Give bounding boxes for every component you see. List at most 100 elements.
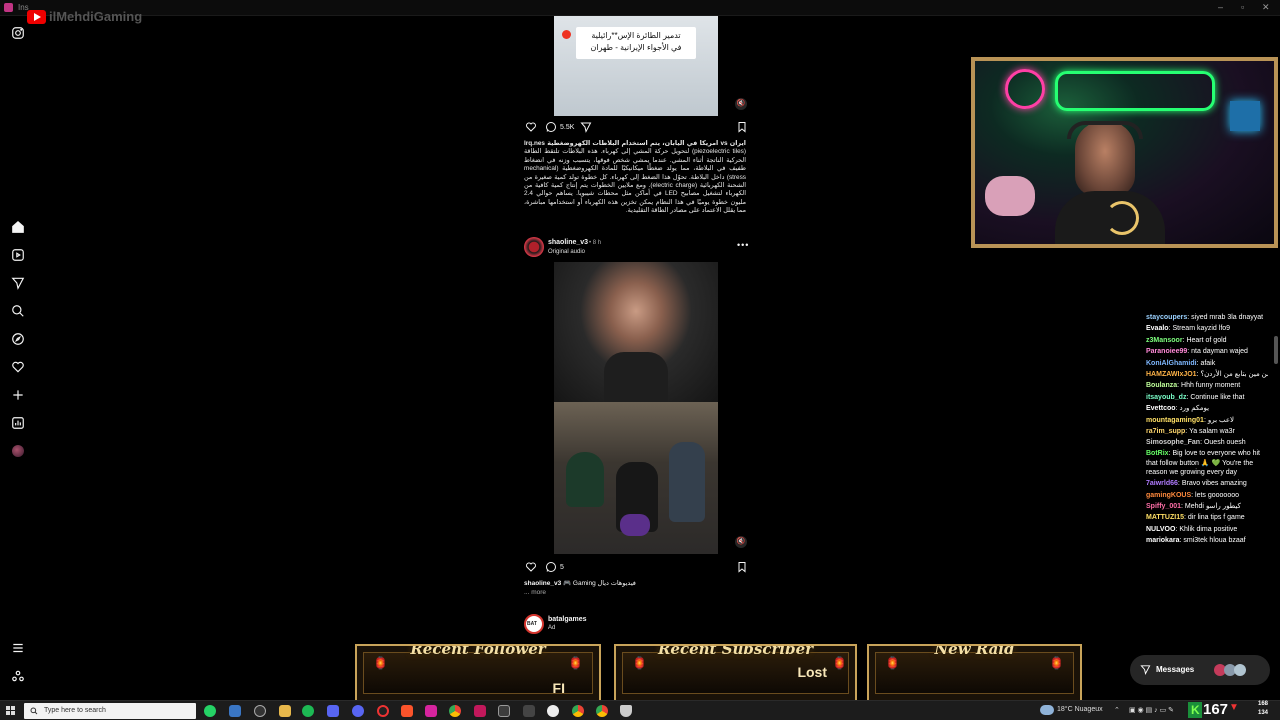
- browser-tab-icon[interactable]: [4, 3, 13, 12]
- system-tray-icons[interactable]: ▣ ◉ ▤ ♪ ▭ ✎: [1129, 706, 1174, 714]
- instagram-icon[interactable]: [9, 24, 27, 42]
- chrome-icon[interactable]: [572, 705, 584, 717]
- search-icon[interactable]: [9, 302, 27, 320]
- chat-username[interactable]: BotRix: [1146, 450, 1169, 457]
- share-icon[interactable]: [580, 121, 592, 133]
- save-icon[interactable]: [736, 561, 748, 573]
- post2-username[interactable]: shaoline_v3: [548, 239, 588, 246]
- post1-actions: 5.5K: [520, 119, 753, 135]
- explore-icon[interactable]: [9, 330, 27, 348]
- file-explorer-icon[interactable]: [279, 705, 291, 717]
- like-icon[interactable]: [525, 121, 537, 133]
- comment-icon[interactable]: [545, 121, 557, 133]
- chat-username[interactable]: mariokara: [1146, 537, 1179, 544]
- spotify-icon[interactable]: [302, 705, 314, 717]
- reels-icon[interactable]: [9, 246, 27, 264]
- chat-message: staycoupers: siyed mrab 3la dnayyat: [1146, 312, 1268, 323]
- search-icon: [30, 707, 38, 715]
- post3-username[interactable]: batalgames: [548, 616, 587, 623]
- chat-username[interactable]: Simosophe_Fan: [1146, 439, 1200, 446]
- recent-follower-value: FI: [552, 680, 565, 696]
- post1-image-caption-card: تدمير الطائرة الإس**رائيلية في الأجواء ا…: [562, 27, 696, 59]
- chrome-icon[interactable]: [449, 705, 461, 717]
- post1-media[interactable]: تدمير الطائرة الإس**رائيلية في الأجواء ا…: [520, 16, 753, 116]
- chat-username[interactable]: z3Mansoor: [1146, 337, 1183, 344]
- discord-icon[interactable]: [327, 705, 339, 717]
- chrome-icon[interactable]: [596, 705, 608, 717]
- post2-avatar[interactable]: [524, 237, 544, 257]
- chat-username[interactable]: gamingKOUS: [1146, 492, 1191, 499]
- chat-username[interactable]: mountagaming01: [1146, 417, 1204, 424]
- close-icon[interactable]: ✕: [1262, 2, 1270, 13]
- chat-username[interactable]: Evettcoo: [1146, 405, 1176, 412]
- mute-icon[interactable]: 🔇: [735, 536, 747, 548]
- send-icon[interactable]: [9, 274, 27, 292]
- post2-audio[interactable]: Original audio: [548, 249, 585, 255]
- dashboard-icon[interactable]: [9, 414, 27, 432]
- app-icon[interactable]: [523, 705, 535, 717]
- chat-message: z3Mansoor: Heart of gold: [1146, 335, 1268, 346]
- chat-username[interactable]: Boulanza: [1146, 382, 1177, 389]
- chat-username[interactable]: staycoupers: [1146, 314, 1187, 321]
- maximize-icon[interactable]: ▫: [1241, 2, 1244, 12]
- app-icon[interactable]: [620, 705, 632, 717]
- lantern-icon: 🏮: [885, 656, 900, 670]
- brave-icon[interactable]: [401, 705, 413, 717]
- profile-icon[interactable]: [9, 442, 27, 460]
- chat-text: Stream kayzid lfo9: [1172, 325, 1231, 333]
- post2-actions: 5: [520, 559, 753, 575]
- windows-start-icon[interactable]: [6, 706, 16, 716]
- chat-message: itsayoub_dz: Continue like that: [1146, 392, 1268, 403]
- post1-caption: ايران vs امريكا في اليابان، يتم استخدام …: [524, 140, 746, 216]
- post3-avatar[interactable]: BAT: [524, 614, 544, 634]
- chat-scrollbar[interactable]: [1274, 336, 1278, 364]
- post2-more-link[interactable]: ... more: [524, 588, 749, 597]
- weather-icon: [1040, 705, 1054, 715]
- app-icon[interactable]: [474, 705, 486, 717]
- chat-text: Bravo vibes amazing: [1181, 480, 1247, 488]
- chat-username[interactable]: ra7im_supp: [1146, 428, 1185, 435]
- app-icon[interactable]: [377, 705, 389, 717]
- chat-username[interactable]: Evaalo: [1146, 325, 1169, 332]
- lantern-icon: 🏮: [632, 656, 647, 670]
- chat-username[interactable]: Paranoiee99: [1146, 348, 1187, 355]
- app-icon[interactable]: [254, 705, 266, 717]
- minimize-icon[interactable]: –: [1218, 2, 1223, 12]
- whatsapp-icon[interactable]: [204, 705, 216, 717]
- chat-username[interactable]: KoniAlGhamidi: [1146, 360, 1197, 367]
- heart-icon[interactable]: [9, 358, 27, 376]
- post2-caption-user[interactable]: shaoline_v3: [524, 580, 561, 587]
- menu-icon[interactable]: [9, 639, 27, 657]
- instagram-taskbar-icon[interactable]: [425, 705, 437, 717]
- chat-message: MATTUZI15: dir lina tips f game: [1146, 512, 1268, 523]
- messages-button[interactable]: Messages: [1130, 655, 1270, 685]
- mute-icon[interactable]: 🔇: [735, 98, 747, 110]
- app-icon[interactable]: [229, 705, 241, 717]
- threads-icon[interactable]: [9, 667, 27, 685]
- comment-icon[interactable]: [545, 561, 557, 573]
- post2-more-options-icon[interactable]: •••: [737, 240, 749, 250]
- post2-media[interactable]: 🔇: [520, 262, 753, 554]
- taskbar-search-input[interactable]: Type here to search: [24, 703, 196, 719]
- weather-text[interactable]: 18°C Nuageux: [1057, 706, 1103, 713]
- chat-username[interactable]: itsayoub_dz: [1146, 394, 1186, 401]
- settings-icon[interactable]: [547, 705, 559, 717]
- post3-avatar-text: BAT: [527, 621, 537, 627]
- chat-text: Continue like that: [1190, 393, 1245, 401]
- create-icon[interactable]: [9, 386, 27, 404]
- like-icon[interactable]: [525, 561, 537, 573]
- chat-text: يومكم ورد: [1179, 405, 1210, 413]
- chat-username[interactable]: HAMZAWIxJO1: [1146, 371, 1197, 378]
- discord-icon[interactable]: [352, 705, 364, 717]
- app-icon[interactable]: [498, 705, 510, 717]
- chat-message: 7aiwrld66: Bravo vibes amazing: [1146, 478, 1268, 489]
- chat-message: KoniAlGhamidi: afaik: [1146, 358, 1268, 369]
- chat-username[interactable]: 7aiwrld66: [1146, 480, 1178, 487]
- chat-username[interactable]: MATTUZI15: [1146, 514, 1184, 521]
- chat-username[interactable]: NULVOO: [1146, 526, 1175, 533]
- chat-username[interactable]: Spiffy_001: [1146, 503, 1181, 510]
- save-icon[interactable]: [736, 121, 748, 133]
- chevron-up-icon[interactable]: ⌃: [1114, 706, 1120, 714]
- chat-message: Paranoiee99: nta dayman wajed: [1146, 346, 1268, 357]
- home-icon[interactable]: [9, 218, 27, 236]
